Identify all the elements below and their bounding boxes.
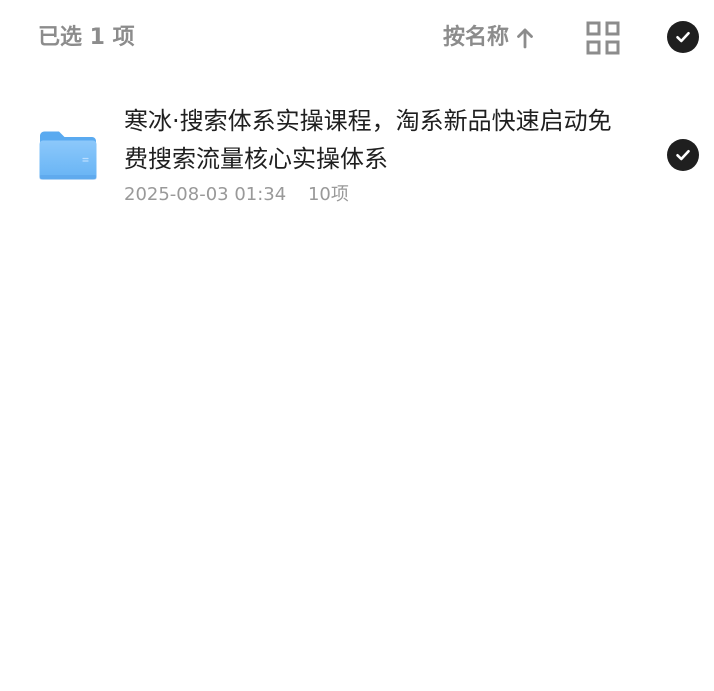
check-icon: [676, 31, 690, 43]
sort-label: 按名称: [443, 25, 510, 50]
file-row-checkbox[interactable]: [667, 139, 699, 171]
file-selection-screen: 已选 1 项 按名称 寒冰·搜索体系实操课程，淘系新品快速启动免费搜索流量核心实…: [0, 0, 714, 691]
file-row[interactable]: 寒冰·搜索体系实操课程，淘系新品快速启动免费搜索流量核心实操体系 2025-08…: [0, 92, 714, 224]
file-meta: 2025-08-03 01:34 10项: [124, 180, 349, 210]
select-all-checkbox[interactable]: [667, 21, 699, 53]
selection-header: 已选 1 项 按名称: [0, 0, 714, 76]
check-icon: [676, 149, 690, 161]
selected-count-label: 已选 1 项: [38, 25, 135, 50]
grid-view-icon[interactable]: [585, 20, 621, 56]
folder-icon: [39, 131, 97, 180]
arrow-up-icon: [517, 28, 533, 49]
file-item-count: 10项: [307, 184, 349, 205]
file-date: 2025-08-03 01:34: [124, 184, 287, 205]
sort-by-name-button[interactable]: 按名称: [443, 22, 535, 54]
file-name: 寒冰·搜索体系实操课程，淘系新品快速启动免费搜索流量核心实操体系: [124, 107, 612, 173]
